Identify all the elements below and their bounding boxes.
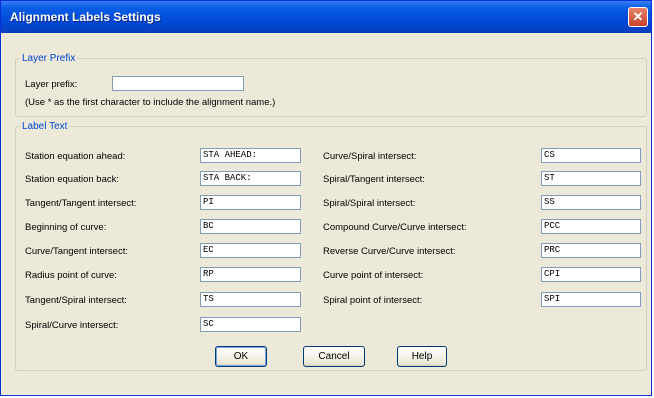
dialog-window: Alignment Labels Settings ✕ Layer Prefix…: [0, 0, 652, 396]
station-equation-ahead-label: Station equation ahead:: [25, 151, 126, 162]
dialog-body: Layer Prefix Layer prefix: (Use * as the…: [5, 33, 647, 391]
cancel-button[interactable]: Cancel: [303, 346, 365, 367]
curve-spiral-intersect-input[interactable]: CS: [541, 148, 641, 163]
curve-point-of-intersect-input[interactable]: CPI: [541, 267, 641, 282]
reverse-curve-intersect-input[interactable]: PRC: [541, 243, 641, 258]
radius-point-of-curve-input[interactable]: RP: [200, 267, 301, 282]
beginning-of-curve-input[interactable]: BC: [200, 219, 301, 234]
spiral-point-of-intersect-input[interactable]: SPI: [541, 292, 641, 307]
station-equation-back-label: Station equation back:: [25, 174, 120, 185]
close-icon: ✕: [632, 9, 644, 24]
station-equation-ahead-input[interactable]: STA AHEAD:: [200, 148, 301, 163]
close-button[interactable]: ✕: [628, 7, 648, 27]
reverse-curve-intersect-label: Reverse Curve/Curve intersect:: [323, 246, 456, 257]
layer-prefix-note: (Use * as the first character to include…: [25, 97, 276, 108]
tangent-spiral-intersect-label: Tangent/Spiral intersect:: [25, 295, 127, 306]
layer-prefix-input[interactable]: [112, 76, 244, 91]
spiral-tangent-intersect-label: Spiral/Tangent intersect:: [323, 174, 425, 185]
spiral-point-of-intersect-label: Spiral point of intersect:: [323, 295, 423, 306]
curve-tangent-intersect-input[interactable]: EC: [200, 243, 301, 258]
compound-curve-intersect-label: Compound Curve/Curve intersect:: [323, 222, 467, 233]
tangent-tangent-intersect-label: Tangent/Tangent intersect:: [25, 198, 137, 209]
beginning-of-curve-label: Beginning of curve:: [25, 222, 107, 233]
curve-tangent-intersect-label: Curve/Tangent intersect:: [25, 246, 128, 257]
dialog-title: Alignment Labels Settings: [10, 10, 161, 24]
tangent-tangent-intersect-input[interactable]: PI: [200, 195, 301, 210]
spiral-spiral-intersect-label: Spiral/Spiral intersect:: [323, 198, 416, 209]
compound-curve-intersect-input[interactable]: PCC: [541, 219, 641, 234]
tangent-spiral-intersect-input[interactable]: TS: [200, 292, 301, 307]
station-equation-back-input[interactable]: STA BACK:: [200, 171, 301, 186]
layer-prefix-label: Layer prefix:: [25, 79, 78, 90]
spiral-tangent-intersect-input[interactable]: ST: [541, 171, 641, 186]
spiral-curve-intersect-input[interactable]: SC: [200, 317, 301, 332]
title-bar[interactable]: Alignment Labels Settings ✕: [1, 1, 651, 33]
label-text-legend: Label Text: [22, 121, 68, 132]
curve-spiral-intersect-label: Curve/Spiral intersect:: [323, 151, 417, 162]
layer-prefix-legend: Layer Prefix: [22, 53, 76, 64]
help-button[interactable]: Help: [397, 346, 447, 367]
radius-point-of-curve-label: Radius point of curve:: [25, 270, 117, 281]
ok-button[interactable]: OK: [215, 346, 267, 367]
curve-point-of-intersect-label: Curve point of intersect:: [323, 270, 424, 281]
spiral-curve-intersect-label: Spiral/Curve intersect:: [25, 320, 119, 331]
spiral-spiral-intersect-input[interactable]: SS: [541, 195, 641, 210]
